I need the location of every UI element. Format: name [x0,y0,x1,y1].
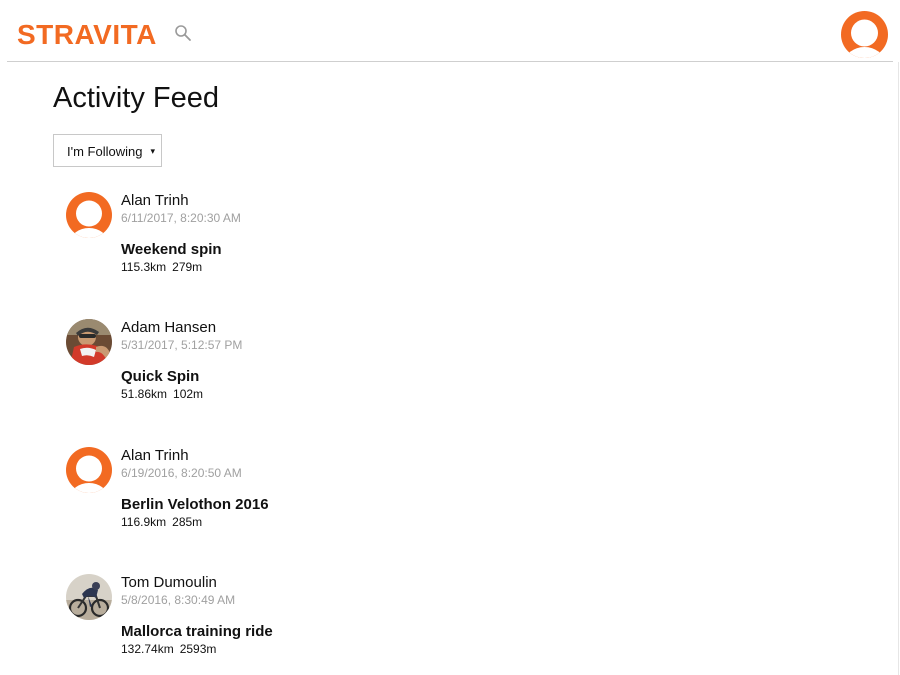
activity-distance: 115.3km [121,260,167,274]
activity-title[interactable]: Weekend spin [121,241,222,259]
activity-elevation: 285m [172,515,203,529]
activity-title[interactable]: Quick Spin [121,368,199,386]
activity-title[interactable]: Berlin Velothon 2016 [121,496,269,514]
athlete-name[interactable]: Tom Dumoulin [121,574,217,592]
activity-stats: 116.9km 285m [121,515,202,530]
activity-distance: 116.9km [121,515,167,529]
feed-item: Adam Hansen 5/31/2017, 5:12:57 PM Quick … [66,319,466,419]
athlete-name[interactable]: Alan Trinh [121,447,189,465]
page-edge-divider [898,62,899,675]
page-title: Activity Feed [53,82,219,114]
activity-elevation: 279m [172,260,203,274]
athlete-avatar-icon[interactable] [66,319,112,365]
activity-stats: 132.74km 2593m [121,642,216,657]
feed-item: Alan Trinh 6/11/2017, 8:20:30 AM Weekend… [66,192,466,292]
athlete-name[interactable]: Alan Trinh [121,192,189,210]
search-icon[interactable] [174,24,192,42]
activity-timestamp: 6/19/2016, 8:20:50 AM [121,466,242,480]
feed-item: Tom Dumoulin 5/8/2016, 8:30:49 AM Mallor… [66,574,466,674]
activity-stats: 51.86km 102m [121,387,203,402]
header-divider [7,61,893,62]
athlete-avatar-icon[interactable] [66,192,112,238]
activity-timestamp: 5/31/2017, 5:12:57 PM [121,338,243,352]
chevron-down-icon: ▾ [150,146,155,156]
activity-distance: 51.86km [121,387,168,401]
activity-title[interactable]: Mallorca training ride [121,623,273,641]
activity-distance: 132.74km [121,642,174,656]
activity-timestamp: 6/11/2017, 8:20:30 AM [121,211,241,225]
athlete-avatar-icon[interactable] [66,447,112,493]
top-bar: STRAVITA [0,0,900,62]
activity-elevation: 102m [173,387,204,401]
activity-stats: 115.3km 279m [121,260,202,275]
app-logo[interactable]: STRAVITA [17,18,157,52]
profile-avatar-icon[interactable] [841,11,888,58]
feed-item: Alan Trinh 6/19/2016, 8:20:50 AM Berlin … [66,447,466,547]
feed-filter-select[interactable]: I'm Following ▾ [53,134,162,167]
activity-timestamp: 5/8/2016, 8:30:49 AM [121,593,236,607]
athlete-avatar-icon[interactable] [66,574,112,620]
athlete-name[interactable]: Adam Hansen [121,319,216,337]
activity-elevation: 2593m [179,642,217,656]
feed-filter-value: I'm Following [67,144,143,159]
